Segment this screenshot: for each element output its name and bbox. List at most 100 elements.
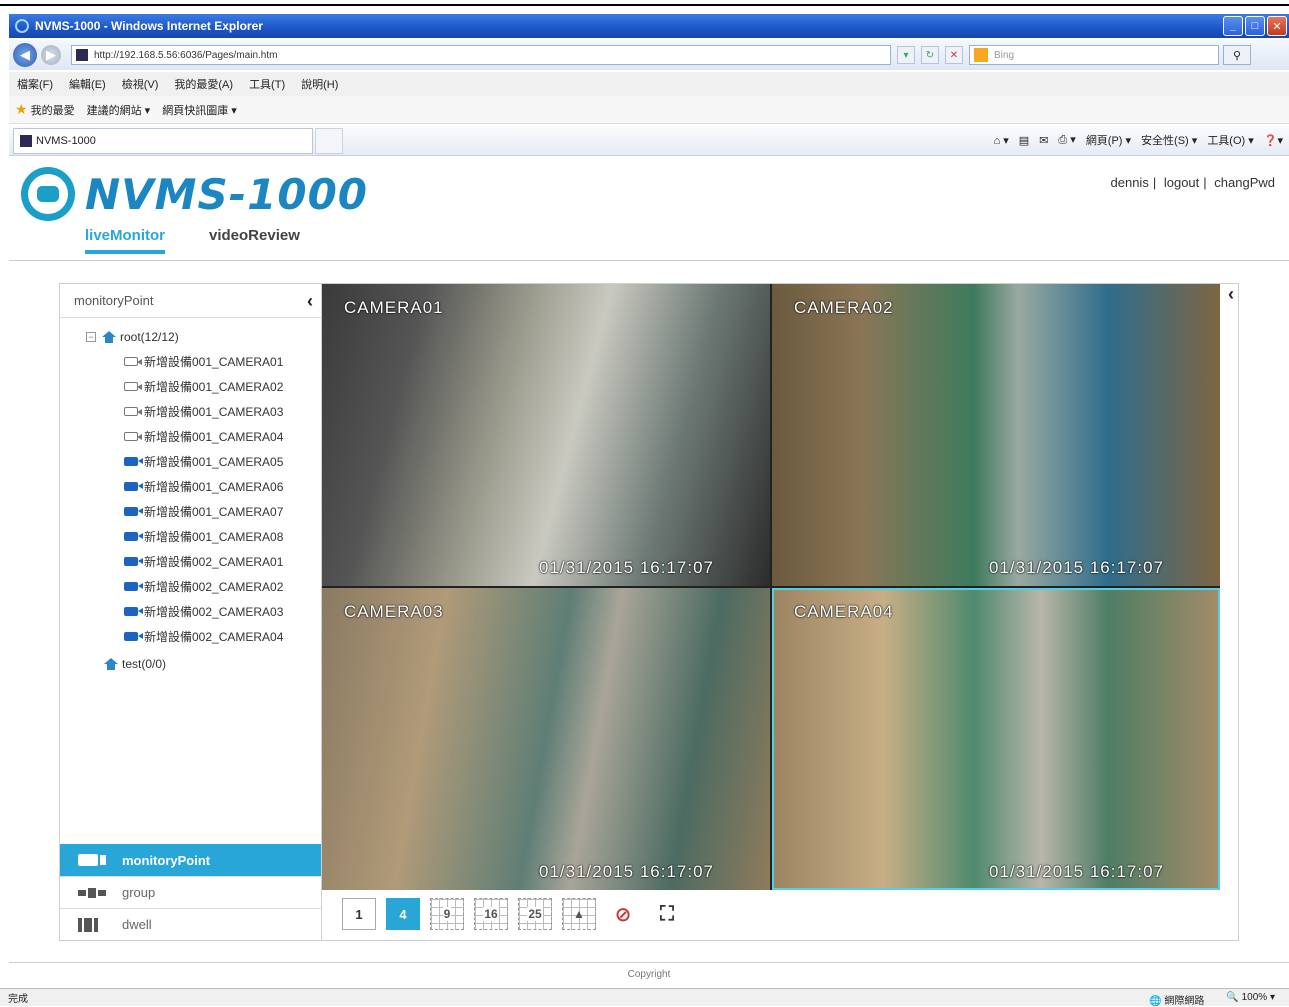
- tree-test-node[interactable]: test(0/0): [60, 651, 321, 676]
- video-tile[interactable]: CAMERA04 01/31/2015 16:17:07: [772, 588, 1220, 890]
- video-tile[interactable]: CAMERA01 01/31/2015 16:17:07: [322, 284, 770, 586]
- camera-icon: [124, 482, 143, 491]
- new-tab-button[interactable]: [315, 128, 343, 154]
- camera-logo-icon: [21, 167, 75, 221]
- video-tile[interactable]: CAMERA02 01/31/2015 16:17:07: [772, 284, 1220, 586]
- logo-text: NVMS-1000: [85, 169, 369, 219]
- collapse-right-icon[interactable]: ‹: [1222, 284, 1240, 312]
- username-link[interactable]: dennis: [1111, 175, 1149, 190]
- tree-camera-item[interactable]: 新增設備002_CAMERA01: [60, 549, 321, 574]
- suggested-sites-link[interactable]: 建議的網站 ▾: [87, 102, 151, 118]
- tree-root-node[interactable]: − root(12/12): [60, 324, 321, 349]
- tree-camera-item[interactable]: 新增設備001_CAMERA07: [60, 499, 321, 524]
- tree-camera-item[interactable]: 新增設備001_CAMERA06: [60, 474, 321, 499]
- address-dropdown-icon[interactable]: ▾: [897, 46, 915, 64]
- camera-item-label: 新增設備002_CAMERA02: [144, 580, 284, 594]
- camera-icon: [124, 532, 143, 541]
- tree-camera-item[interactable]: 新增設備001_CAMERA02: [60, 374, 321, 399]
- help-menu[interactable]: ❓▾: [1264, 134, 1283, 147]
- tree-camera-item[interactable]: 新增設備001_CAMERA01: [60, 349, 321, 374]
- forward-button[interactable]: ▶: [41, 45, 61, 65]
- layout-9-button[interactable]: 9: [430, 898, 464, 930]
- menu-group[interactable]: group: [60, 876, 321, 908]
- tree-camera-item[interactable]: 新增設備002_CAMERA03: [60, 599, 321, 624]
- camera-icon: [124, 382, 142, 391]
- search-input[interactable]: Bing: [969, 45, 1219, 65]
- close-button[interactable]: ✕: [1267, 16, 1287, 36]
- layout-16-button[interactable]: 16: [474, 898, 508, 930]
- status-text: 完成: [8, 994, 28, 1005]
- change-password-link[interactable]: changPwd: [1214, 175, 1275, 190]
- camera-item-label: 新增設備001_CAMERA05: [144, 455, 284, 469]
- refresh-icon[interactable]: ↻: [921, 46, 939, 64]
- camera-icon: [124, 607, 143, 616]
- web-slice-gallery-link[interactable]: 網頁快訊圖庫 ▾: [162, 102, 237, 118]
- print-icon[interactable]: ⎙ ▾: [1058, 133, 1075, 147]
- camera-icon: [124, 432, 142, 441]
- stop-icon[interactable]: ✕: [945, 46, 963, 64]
- star-icon: ★: [15, 101, 28, 117]
- tab-video-review[interactable]: videoReview: [209, 227, 300, 244]
- tab-favicon-icon: [20, 135, 32, 147]
- layout-1-button[interactable]: 1: [342, 898, 376, 930]
- house-icon: [102, 330, 116, 343]
- copyright-text: Copyright: [9, 962, 1289, 980]
- menu-monitory-point[interactable]: monitoryPoint: [60, 844, 321, 876]
- menu-tools[interactable]: 工具(T): [249, 76, 285, 92]
- panel-bottom-menu: monitoryPoint group dwell: [60, 844, 321, 940]
- menu-edit[interactable]: 編輯(E): [69, 76, 106, 92]
- tree-camera-item[interactable]: 新增設備002_CAMERA04: [60, 624, 321, 649]
- video-timestamp: 01/31/2015 16:17:07: [539, 558, 714, 577]
- dwell-icon: [78, 917, 108, 933]
- device-tree: − root(12/12) 新增設備001_CAMERA01 新增設備001_CA…: [60, 318, 321, 676]
- layout-4-button[interactable]: 4: [386, 898, 420, 930]
- menu-favorites[interactable]: 我的最愛(A): [174, 76, 233, 92]
- camera-icon: [124, 507, 143, 516]
- menu-file[interactable]: 檔案(F): [17, 76, 53, 92]
- tree-camera-item[interactable]: 新增設備001_CAMERA04: [60, 424, 321, 449]
- video-tile[interactable]: CAMERA03 01/31/2015 16:17:07: [322, 588, 770, 890]
- menu-help[interactable]: 說明(H): [301, 76, 338, 92]
- maximize-button[interactable]: □: [1245, 16, 1265, 36]
- video-timestamp: 01/31/2015 16:17:07: [989, 558, 1164, 577]
- camera-item-label: 新增設備001_CAMERA02: [144, 380, 284, 394]
- camera-item-label: 新增設備001_CAMERA01: [144, 355, 284, 369]
- camera-item-label: 新增設備001_CAMERA04: [144, 430, 284, 444]
- safety-menu[interactable]: 安全性(S) ▾: [1141, 132, 1197, 148]
- layout-custom-icon[interactable]: ▲: [562, 898, 596, 930]
- back-button[interactable]: ◀: [13, 43, 37, 67]
- panel-header: monitoryPoint ‹: [60, 284, 321, 318]
- search-placeholder: Bing: [994, 49, 1015, 61]
- stop-all-video-icon[interactable]: ⊘: [606, 898, 640, 930]
- video-timestamp: 01/31/2015 16:17:07: [989, 862, 1164, 881]
- browser-tab[interactable]: NVMS-1000: [13, 128, 313, 154]
- monitor-point-panel: monitoryPoint ‹ − root(12/12) 新增設備001_CA…: [60, 284, 322, 940]
- menu-view[interactable]: 檢視(V): [122, 76, 159, 92]
- tree-camera-item[interactable]: 新增設備001_CAMERA05: [60, 449, 321, 474]
- minimize-button[interactable]: _: [1223, 16, 1243, 36]
- favorites-button[interactable]: ★ 我的最愛: [15, 101, 75, 118]
- tree-camera-item[interactable]: 新增設備001_CAMERA08: [60, 524, 321, 549]
- feeds-icon[interactable]: ▤: [1019, 134, 1029, 147]
- zoom-level[interactable]: 🔍 100% ▾: [1226, 992, 1275, 1007]
- tools-menu[interactable]: 工具(O) ▾: [1207, 132, 1253, 148]
- address-bar[interactable]: http://192.168.5.56:6036/Pages/main.htm: [71, 45, 891, 65]
- fullscreen-icon[interactable]: ⛶: [650, 898, 684, 930]
- camera-icon: [124, 407, 142, 416]
- home-icon[interactable]: ⌂ ▾: [994, 134, 1009, 147]
- menu-bar: 檔案(F) 編輯(E) 檢視(V) 我的最愛(A) 工具(T) 說明(H): [9, 72, 1289, 96]
- camera-item-label: 新增設備001_CAMERA07: [144, 505, 284, 519]
- zone-indicator: 🌐 網際網路: [1149, 996, 1205, 1007]
- tree-camera-item[interactable]: 新增設備002_CAMERA02: [60, 574, 321, 599]
- tree-camera-item[interactable]: 新增設備001_CAMERA03: [60, 399, 321, 424]
- camera-icon: [124, 357, 142, 366]
- layout-25-button[interactable]: 25: [518, 898, 552, 930]
- mail-icon[interactable]: ✉: [1039, 134, 1048, 147]
- menu-dwell[interactable]: dwell: [60, 908, 321, 940]
- collapse-tree-icon[interactable]: −: [86, 331, 96, 342]
- page-menu[interactable]: 網頁(P) ▾: [1086, 132, 1131, 148]
- logout-link[interactable]: logout: [1164, 175, 1199, 190]
- tab-live-monitor[interactable]: liveMonitor: [85, 227, 166, 254]
- search-icon[interactable]: ⚲: [1223, 45, 1251, 65]
- collapse-left-icon[interactable]: ‹: [307, 291, 313, 312]
